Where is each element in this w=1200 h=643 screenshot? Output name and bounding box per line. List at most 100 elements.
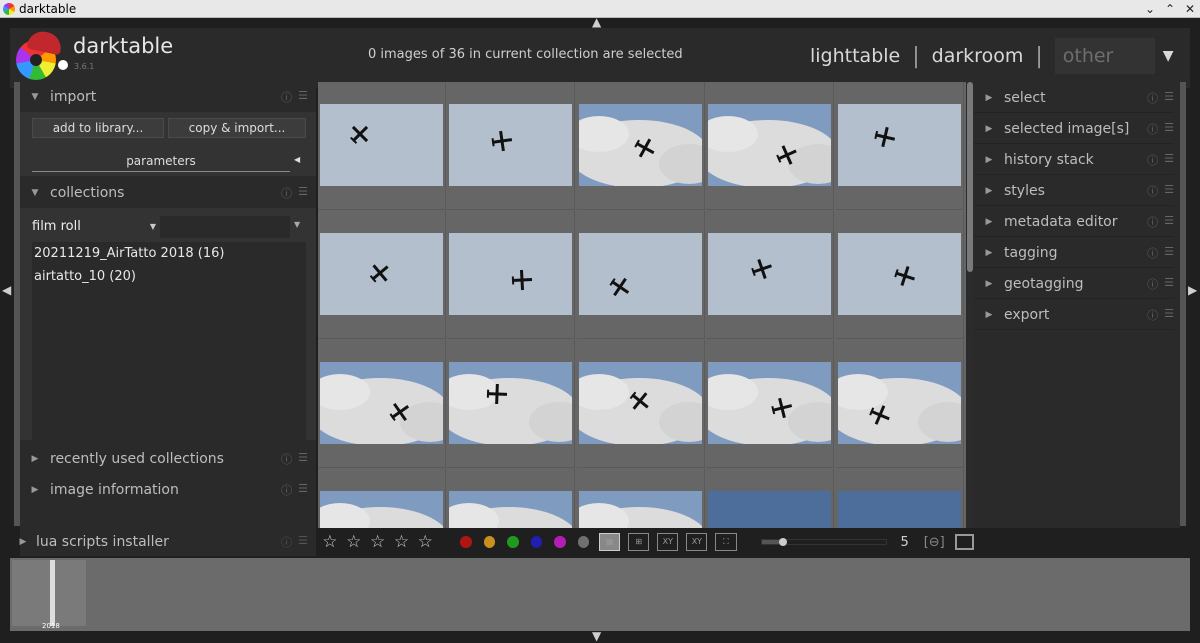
photo-thumbnail[interactable] bbox=[578, 233, 702, 315]
view-other[interactable]: other bbox=[1054, 38, 1155, 74]
star-rating-icon[interactable]: ☆ bbox=[413, 532, 437, 552]
list-item[interactable]: airtatto_10 (20) bbox=[34, 269, 136, 284]
module-header[interactable]: ▶ geotagging ⓘ ☰ bbox=[974, 269, 1174, 299]
module-header[interactable]: ▶ tagging ⓘ ☰ bbox=[974, 238, 1174, 268]
minimize-button[interactable]: ⌄ bbox=[1144, 0, 1156, 18]
presets-icon[interactable]: ☰ bbox=[298, 185, 308, 201]
thumbnail-cell[interactable] bbox=[577, 469, 705, 528]
preview-layout-icon[interactable]: ⛶ bbox=[715, 533, 737, 551]
thumbnail-cell[interactable] bbox=[318, 82, 446, 210]
maximize-button[interactable]: ⌃ bbox=[1164, 0, 1176, 18]
left-panel-toggle-icon[interactable]: ◀ bbox=[2, 284, 11, 296]
bottom-panel-toggle-icon[interactable]: ▼ bbox=[592, 630, 601, 642]
right-scrollbar[interactable] bbox=[1180, 82, 1186, 526]
thumbnail-cell[interactable] bbox=[447, 469, 576, 528]
reset-icon[interactable]: ⓘ bbox=[1147, 152, 1158, 168]
thumbnail-cell[interactable] bbox=[447, 340, 576, 468]
photo-thumbnail[interactable] bbox=[578, 104, 702, 186]
zoom-slider[interactable] bbox=[760, 538, 887, 546]
thumbnail-cell[interactable] bbox=[447, 82, 576, 210]
photo-thumbnail[interactable] bbox=[578, 491, 702, 528]
photo-thumbnail[interactable] bbox=[578, 362, 702, 444]
display-profile-icon[interactable] bbox=[954, 534, 974, 550]
photo-thumbnail[interactable] bbox=[320, 233, 443, 315]
reset-icon[interactable]: ⓘ bbox=[281, 482, 292, 498]
presets-icon[interactable]: ☰ bbox=[1164, 276, 1174, 292]
add-to-library-button[interactable]: add to library... bbox=[32, 118, 164, 138]
collection-property-select[interactable]: film roll ▼ bbox=[32, 216, 156, 238]
reset-icon[interactable]: ⓘ bbox=[1147, 121, 1158, 137]
grid-scrollbar[interactable] bbox=[966, 82, 974, 528]
yellow-label-icon[interactable] bbox=[483, 536, 496, 548]
presets-icon[interactable]: ☰ bbox=[1164, 307, 1174, 323]
presets-icon[interactable]: ☰ bbox=[1164, 183, 1174, 199]
scrollbar-thumb[interactable] bbox=[967, 82, 973, 272]
thumbnail-cell[interactable] bbox=[447, 211, 576, 339]
top-panel-toggle-icon[interactable]: ▲ bbox=[592, 16, 601, 28]
presets-icon[interactable]: ☰ bbox=[298, 89, 308, 105]
module-lua-scripts-header[interactable]: ▶ lua scripts installer ⓘ ☰ bbox=[10, 528, 316, 556]
culling-dynamic-icon[interactable]: XY bbox=[686, 533, 708, 551]
collapse-arrow-icon[interactable]: ◀ bbox=[294, 155, 300, 164]
thumbnail-cell[interactable] bbox=[318, 469, 446, 528]
zoomable-layout-icon[interactable]: ⊞ bbox=[628, 533, 650, 551]
module-header[interactable]: ▶ selected image[s] ⓘ ☰ bbox=[974, 114, 1174, 144]
parameters-section[interactable]: parameters bbox=[32, 152, 290, 172]
module-collections-header[interactable]: ▼ collections ⓘ ☰ bbox=[20, 178, 316, 208]
reset-icon[interactable]: ⓘ bbox=[1147, 214, 1158, 230]
photo-thumbnail[interactable] bbox=[837, 491, 961, 528]
star-rating-icon[interactable]: ☆ bbox=[366, 532, 390, 552]
right-panel-toggle-icon[interactable]: ▶ bbox=[1188, 284, 1197, 296]
photo-thumbnail[interactable] bbox=[837, 104, 961, 186]
blue-label-icon[interactable] bbox=[530, 536, 543, 548]
culling-fixed-icon[interactable]: XY bbox=[657, 533, 679, 551]
purple-label-icon[interactable] bbox=[554, 536, 566, 548]
photo-thumbnail[interactable] bbox=[449, 233, 573, 315]
photo-thumbnail[interactable] bbox=[449, 362, 573, 444]
copy-import-button[interactable]: copy & import... bbox=[168, 118, 306, 138]
photo-thumbnail[interactable] bbox=[320, 491, 443, 528]
presets-icon[interactable]: ☰ bbox=[1164, 90, 1174, 106]
presets-icon[interactable]: ☰ bbox=[1164, 214, 1174, 230]
photo-thumbnail[interactable] bbox=[320, 362, 443, 444]
reset-icon[interactable]: ⓘ bbox=[1147, 307, 1158, 323]
module-header[interactable]: ▶ history stack ⓘ ☰ bbox=[974, 145, 1174, 175]
thumbnail-cell[interactable] bbox=[835, 340, 964, 468]
module-image-information-header[interactable]: ▶ image information ⓘ ☰ bbox=[20, 475, 316, 505]
thumbnail-cell[interactable] bbox=[835, 82, 964, 210]
reset-icon[interactable]: ⓘ bbox=[1147, 90, 1158, 106]
thumbnail-cell[interactable] bbox=[706, 469, 835, 528]
star-rating-icon[interactable]: ☆ bbox=[390, 532, 414, 552]
reset-icon[interactable]: ⓘ bbox=[281, 534, 292, 550]
dropdown-caret-icon[interactable]: ▼ bbox=[294, 220, 300, 229]
presets-icon[interactable]: ☰ bbox=[1164, 245, 1174, 261]
reset-icon[interactable]: ⓘ bbox=[1147, 276, 1158, 292]
thumbnail-cell[interactable] bbox=[706, 211, 835, 339]
reset-icon[interactable]: ⓘ bbox=[281, 451, 292, 467]
module-import-header[interactable]: ▼ import ⓘ ☰ bbox=[20, 82, 316, 112]
photo-thumbnail[interactable] bbox=[708, 362, 832, 444]
module-recent-collections-header[interactable]: ▶ recently used collections ⓘ ☰ bbox=[20, 444, 316, 474]
close-button[interactable]: ✕ bbox=[1184, 0, 1196, 18]
presets-icon[interactable]: ☰ bbox=[298, 451, 308, 467]
timeline-block[interactable]: 2018 bbox=[12, 560, 86, 630]
photo-thumbnail[interactable] bbox=[320, 104, 443, 186]
view-lighttable[interactable]: lighttable bbox=[810, 45, 900, 67]
photo-thumbnail[interactable] bbox=[708, 491, 832, 528]
zoom-value[interactable]: 5 bbox=[901, 535, 918, 550]
reset-icon[interactable]: ⓘ bbox=[1147, 183, 1158, 199]
thumbnail-cell[interactable] bbox=[576, 211, 705, 339]
thumbnail-cell[interactable] bbox=[836, 469, 964, 528]
photo-thumbnail[interactable] bbox=[449, 104, 573, 186]
clear-labels-icon[interactable] bbox=[577, 536, 590, 548]
reset-icon[interactable]: ⓘ bbox=[281, 185, 292, 201]
photo-thumbnail[interactable] bbox=[837, 233, 961, 315]
collection-search-input[interactable] bbox=[160, 216, 290, 238]
thumbnail-cell[interactable] bbox=[835, 211, 964, 339]
reset-icon[interactable]: ⓘ bbox=[281, 89, 292, 105]
focus-peaking-icon[interactable]: [⊖] bbox=[924, 535, 945, 550]
module-header[interactable]: ▶ export ⓘ ☰ bbox=[974, 300, 1174, 330]
module-header[interactable]: ▶ metadata editor ⓘ ☰ bbox=[974, 207, 1174, 237]
photo-thumbnail[interactable] bbox=[708, 104, 832, 186]
green-label-icon[interactable] bbox=[507, 536, 519, 548]
